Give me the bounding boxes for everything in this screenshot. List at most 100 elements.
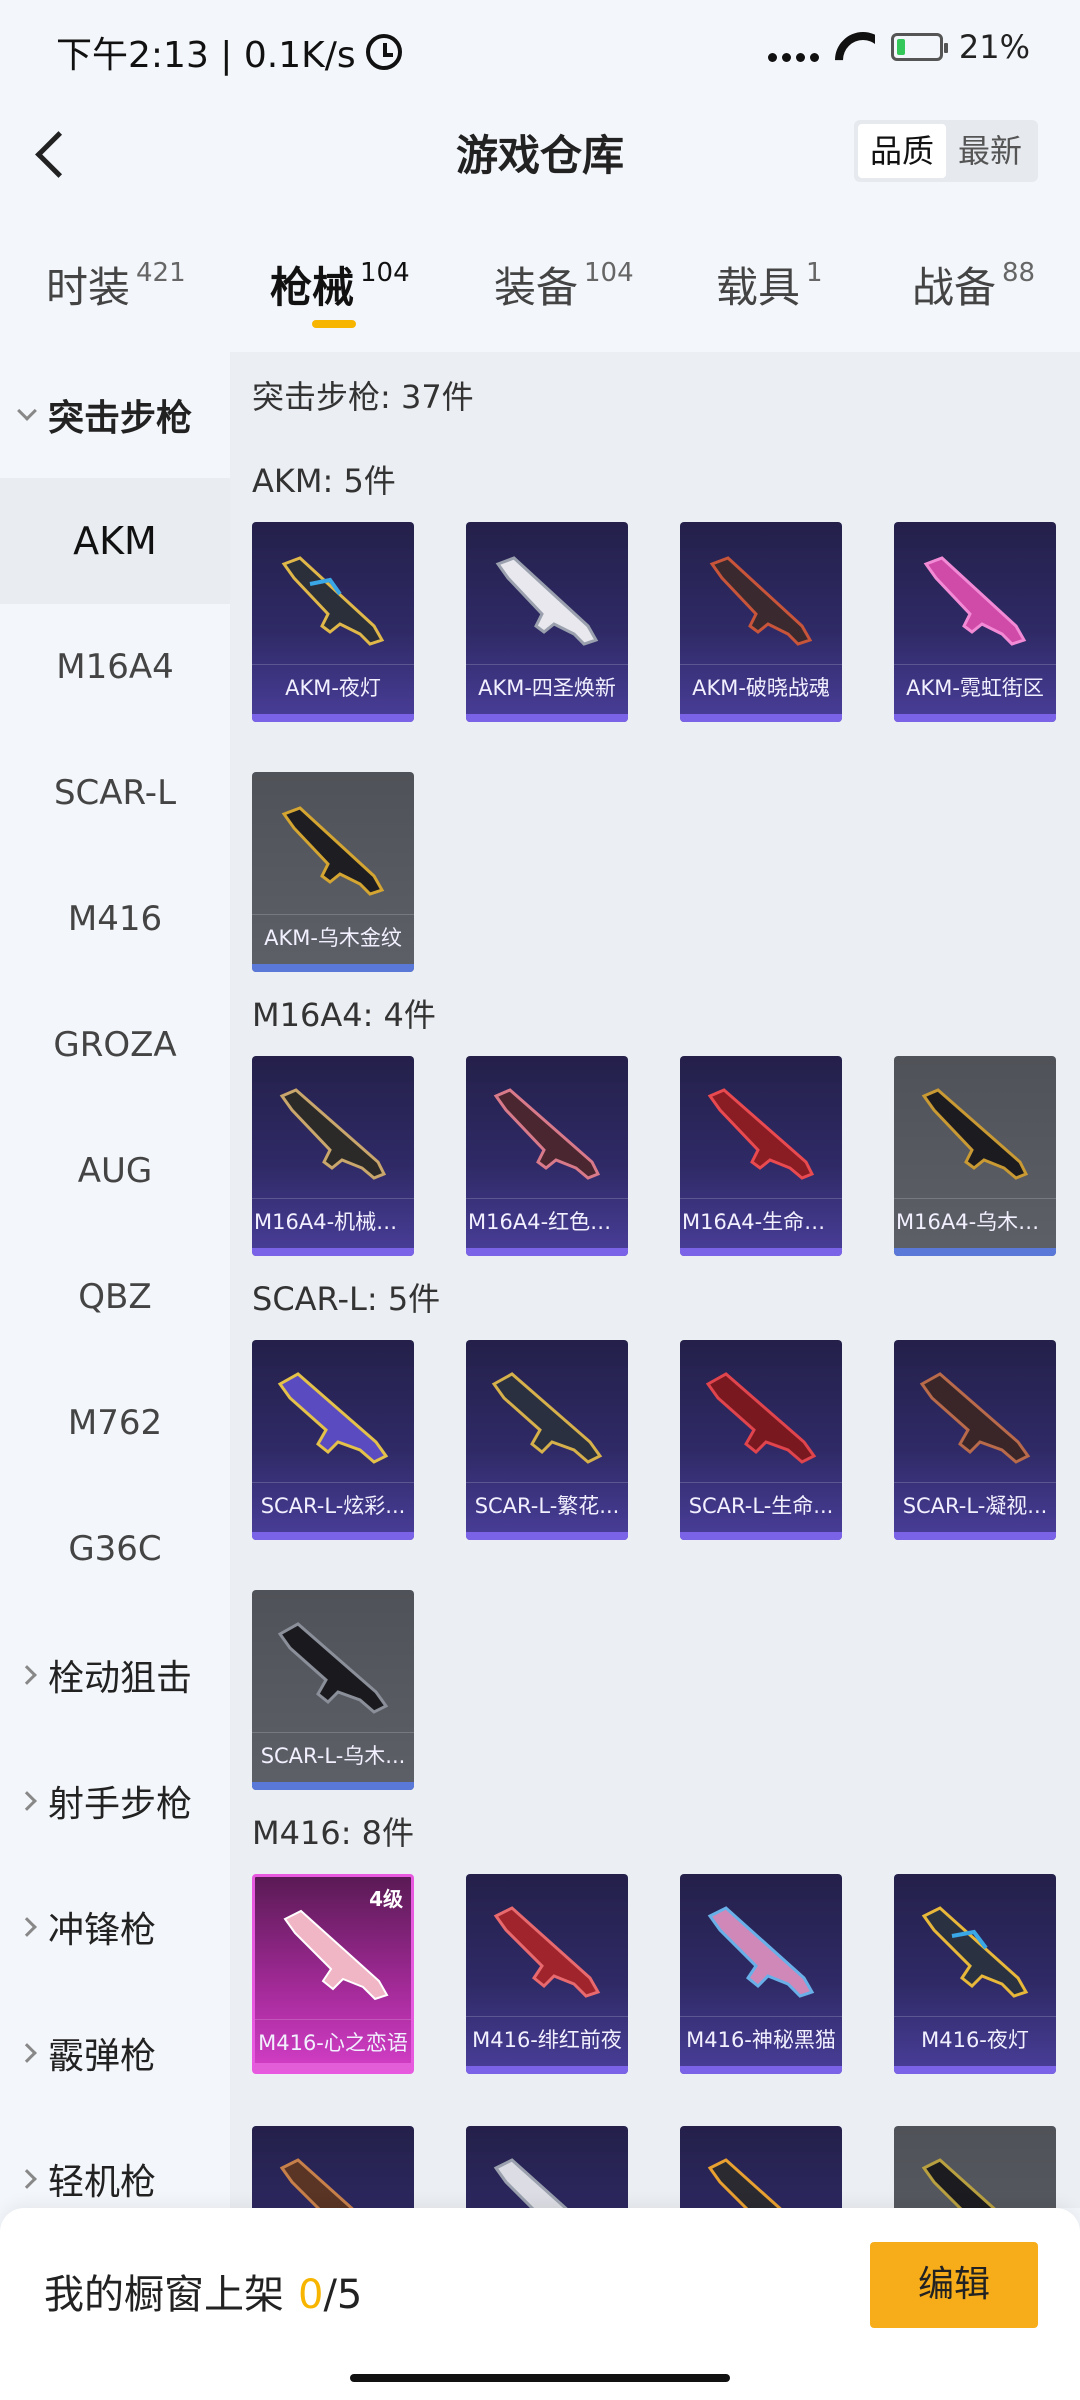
skin-card[interactable]: SCAR-L-凝视... [894, 1340, 1056, 1540]
tab-label: 载具 [716, 263, 801, 312]
chevron-right-icon [17, 1917, 37, 1937]
skin-card[interactable]: M416-绯红前夜 [466, 1874, 628, 2074]
sidebar-item-m762[interactable]: M762 [0, 1360, 230, 1486]
showcase-total: /5 [323, 2272, 363, 2318]
skin-card[interactable]: M416-夜灯 [894, 1874, 1056, 2074]
skin-card[interactable]: M16A4-机械英豪 [252, 1056, 414, 1256]
active-tab-indicator [312, 320, 356, 328]
sort-quality-button[interactable]: 品质 [857, 124, 946, 178]
sidebar-item-scar-l[interactable]: SCAR-L [0, 730, 230, 856]
rifle-icon [923, 556, 1027, 646]
sidebar-item-aug[interactable]: AUG [0, 1108, 230, 1234]
skin-name: SCAR-L-生命... [688, 1494, 834, 1518]
rifle-icon [493, 1088, 601, 1180]
tab-fashion[interactable]: 时装 421 [46, 254, 186, 315]
sidebar-item-qbz[interactable]: QBZ [0, 1234, 230, 1360]
skin-name: M16A4-乌木金纹 [896, 1210, 1056, 1234]
skin-card[interactable]: SCAR-L-繁花... [466, 1340, 628, 1540]
skin-name: M416-心之恋语 [258, 2031, 408, 2055]
sidebar-category-label: 突击步枪 [48, 398, 193, 439]
tab-guns[interactable]: 枪械 104 [270, 254, 410, 315]
skin-card[interactable]: AKM-夜灯 [252, 522, 414, 722]
header: 游戏仓库 品质 最新 [0, 100, 1080, 200]
skin-card[interactable]: M16A4-乌木金纹 [894, 1056, 1056, 1256]
skin-name: AKM-破晓战魂 [692, 676, 830, 700]
status-left: 下午2:13 | 0.1K/s [56, 26, 402, 78]
sidebar-item-m16a4[interactable]: M16A4 [0, 604, 230, 730]
skin-name: AKM-霓虹街区 [906, 676, 1044, 700]
skin-card[interactable]: AKM-四圣焕新 [466, 522, 628, 722]
sidebar-category-bolt-sniper[interactable]: 栓动狙击 [0, 1612, 230, 1738]
tab-vehicles[interactable]: 载具 1 [716, 254, 823, 315]
skin-card[interactable] [680, 2126, 842, 2208]
skin-card[interactable]: SCAR-L-乌木... [252, 1590, 414, 1790]
section-title-m416: M416: 8件 [252, 1814, 415, 1852]
skin-card[interactable]: M16A4-生命誓言 [680, 1056, 842, 1256]
edit-button[interactable]: 编辑 [870, 2242, 1038, 2328]
sidebar-item-g36c[interactable]: G36C [0, 1486, 230, 1612]
tab-equipment[interactable]: 装备 104 [494, 254, 634, 315]
skin-name: M16A4-红色方... [468, 1210, 628, 1234]
skin-name: SCAR-L-凝视... [902, 1494, 1048, 1518]
skin-card[interactable] [252, 2126, 414, 2208]
rifle-icon [277, 1372, 389, 1464]
rifle-icon [921, 1088, 1029, 1180]
status-time: 下午2:13 | 0.1K/s [56, 35, 356, 76]
showcase-label: 我的橱窗上架 [44, 2272, 284, 2318]
skin-card[interactable]: AKM-乌木金纹 [252, 772, 414, 972]
skin-card[interactable] [894, 2126, 1056, 2208]
sidebar-item-akm[interactable]: AKM [0, 478, 230, 604]
alarm-icon [365, 34, 402, 70]
rifle-icon [495, 556, 599, 646]
sidebar-category-smg[interactable]: 冲锋枪 [0, 1864, 230, 1990]
sidebar-category-label: 霰弹枪 [48, 2036, 157, 2077]
rifle-icon [919, 1372, 1031, 1464]
rifle-icon [707, 1906, 815, 1998]
rifle-icon [491, 1372, 603, 1464]
tab-count: 104 [360, 258, 410, 288]
sort-newest-button[interactable]: 最新 [946, 124, 1034, 178]
skin-card[interactable]: SCAR-L-生命... [680, 1340, 842, 1540]
sort-toggle: 品质 最新 [853, 120, 1038, 182]
rifle-icon [281, 556, 385, 646]
showcase-bar: 我的橱窗上架 0 /5 编辑 [0, 2208, 1080, 2400]
rifle-icon [283, 1909, 389, 2001]
sidebar-category-dmr[interactable]: 射手步枪 [0, 1738, 230, 1864]
skin-card[interactable]: 4级 M416-心之恋语 [252, 1874, 414, 2074]
skin-card[interactable]: SCAR-L-炫彩... [252, 1340, 414, 1540]
tab-label: 枪械 [270, 263, 355, 312]
tab-label: 战备 [912, 263, 997, 312]
section-title-scar-l: SCAR-L: 5件 [252, 1280, 441, 1318]
rifle-icon [921, 2158, 996, 2208]
skin-name: M416-夜灯 [921, 2028, 1029, 2052]
rifle-icon [279, 1088, 387, 1180]
section-title-akm: AKM: 5件 [252, 462, 396, 500]
rifle-icon [493, 2158, 568, 2208]
tab-count: 104 [584, 258, 634, 288]
sidebar-category-label: 射手步枪 [48, 1784, 193, 1825]
skin-card[interactable]: AKM-破晓战魂 [680, 522, 842, 722]
sidebar-category-label: 冲锋枪 [48, 1910, 157, 1951]
tab-count: 1 [806, 258, 823, 288]
skin-name: M416-神秘黑猫 [686, 2028, 836, 2052]
battery-percent: 21% [958, 28, 1030, 66]
tab-label: 装备 [494, 263, 579, 312]
sidebar-item-groza[interactable]: GROZA [0, 982, 230, 1108]
skin-card[interactable]: M16A4-红色方... [466, 1056, 628, 1256]
tab-supplies[interactable]: 战备 88 [912, 254, 1035, 315]
tab-count: 421 [136, 258, 186, 288]
skin-name: SCAR-L-乌木... [260, 1744, 406, 1768]
showcase-status: 我的橱窗上架 0 /5 [44, 2262, 362, 2320]
rifle-icon [281, 806, 385, 896]
skin-name: M416-绯红前夜 [472, 2028, 622, 2052]
rifle-icon [493, 1906, 601, 1998]
rifle-icon [921, 1906, 1029, 1998]
skin-card[interactable] [466, 2126, 628, 2208]
status-right: 21% [767, 28, 1030, 66]
skin-card[interactable]: M416-神秘黑猫 [680, 1874, 842, 2074]
home-indicator[interactable] [350, 2374, 730, 2382]
sidebar-category-assault-rifle[interactable]: 突击步枪 [0, 352, 230, 478]
skin-card[interactable]: AKM-霓虹街区 [894, 522, 1056, 722]
sidebar-category-shotgun[interactable]: 霰弹枪 [0, 1990, 230, 2116]
sidebar-item-m416[interactable]: M416 [0, 856, 230, 982]
